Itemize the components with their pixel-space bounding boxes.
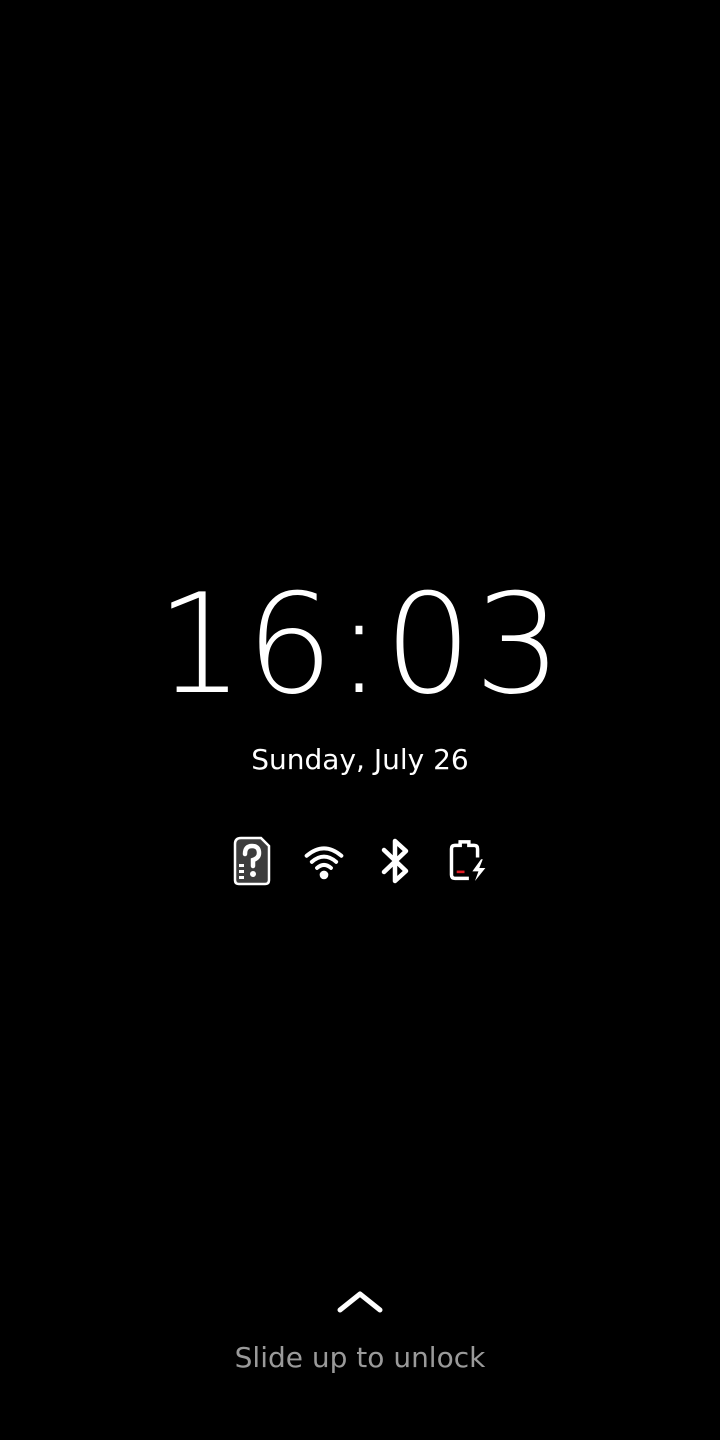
battery-charging-icon <box>448 835 488 887</box>
bluetooth-icon <box>376 835 416 887</box>
chevron-up-icon <box>337 1291 383 1313</box>
slide-up-unlock-area[interactable]: Slide up to unlock <box>0 1280 720 1390</box>
date-label: Sunday, July 26 <box>251 743 469 776</box>
lock-screen: 16:03 Sunday, July 26 Slide up to unlock <box>0 0 720 1440</box>
status-icons-row <box>0 834 720 888</box>
wifi-icon <box>304 835 344 887</box>
sim-unknown-icon <box>232 835 272 887</box>
clock-time: 16:03 <box>156 564 564 725</box>
unlock-hint-label: Slide up to unlock <box>234 1341 486 1374</box>
